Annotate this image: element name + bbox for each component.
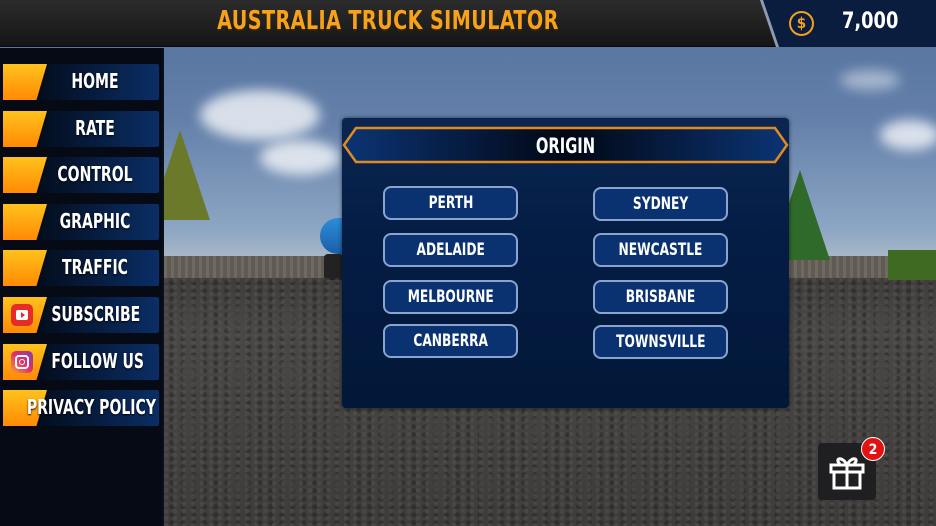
- city-button-adelaide[interactable]: ADELAIDE: [383, 233, 518, 267]
- game-title: AUSTRALIA TRUCK SIMULATOR: [217, 6, 559, 36]
- gift-icon: [829, 457, 865, 490]
- city-label: TOWNSVILLE: [615, 332, 706, 352]
- city-button-townsville[interactable]: TOWNSVILLE: [593, 325, 728, 359]
- city-label: ADELAIDE: [416, 240, 485, 260]
- sidebar-item-label: CONTROL: [57, 162, 133, 186]
- city-label: MELBOURNE: [407, 287, 494, 307]
- orange-tab: [3, 64, 47, 100]
- sidebar-item-label: FOLLOW US: [51, 349, 144, 373]
- orange-tab: [3, 111, 47, 147]
- origin-dialog: ORIGIN PERTH ADELAIDE MELBOURNE CANBERRA…: [342, 118, 789, 408]
- cloud: [260, 140, 340, 175]
- sidebar-item-label: TRAFFIC: [62, 255, 128, 279]
- sidebar-item-home[interactable]: HOME: [3, 64, 159, 100]
- orange-tab: [3, 157, 47, 193]
- cloud: [840, 70, 900, 90]
- dialog-header: ORIGIN: [342, 126, 789, 164]
- hedge: [888, 250, 936, 280]
- dollar-coin-icon: $: [789, 11, 814, 36]
- sidebar-item-label: GRAPHIC: [59, 209, 131, 233]
- city-button-melbourne[interactable]: MELBOURNE: [383, 280, 518, 314]
- city-label: PERTH: [428, 193, 473, 213]
- sidebar-item-rate[interactable]: RATE: [3, 111, 159, 147]
- dialog-title: ORIGIN: [535, 134, 596, 158]
- orange-tab: [3, 204, 47, 240]
- cloud: [880, 120, 936, 150]
- sidebar-item-subscribe[interactable]: SUBSCRIBE: [3, 297, 159, 333]
- sidebar-item-privacy-policy[interactable]: PRIVACY POLICY: [3, 390, 159, 426]
- city-button-newcastle[interactable]: NEWCASTLE: [593, 233, 728, 267]
- sidebar-item-label: HOME: [71, 69, 119, 93]
- sidebar-menu: HOME RATE CONTROL GRAPHIC TRAFFIC SUBSCR…: [0, 48, 164, 526]
- cloud: [200, 90, 320, 140]
- truck-wheels: [324, 254, 344, 280]
- orange-tab: [3, 250, 47, 286]
- top-bar: AUSTRALIA TRUCK SIMULATOR $ 7,000: [0, 0, 936, 47]
- sidebar-item-label: PRIVACY POLICY: [26, 395, 156, 419]
- city-label: CANBERRA: [413, 331, 488, 351]
- sidebar-item-traffic[interactable]: TRAFFIC: [3, 250, 159, 286]
- city-button-canberra[interactable]: CANBERRA: [383, 324, 518, 358]
- youtube-icon: [11, 304, 33, 326]
- coin-balance: 7,000: [842, 9, 899, 34]
- sidebar-item-label: SUBSCRIBE: [51, 302, 141, 326]
- city-button-perth[interactable]: PERTH: [383, 186, 518, 220]
- gift-notification-badge: 2: [861, 437, 885, 461]
- sidebar-item-follow-us[interactable]: FOLLOW US: [3, 344, 159, 380]
- city-label: BRISBANE: [625, 287, 696, 307]
- sidebar-item-label: RATE: [75, 116, 115, 140]
- sidebar-item-graphic[interactable]: GRAPHIC: [3, 204, 159, 240]
- city-label: NEWCASTLE: [618, 240, 703, 260]
- instagram-icon: [11, 351, 33, 373]
- city-label: SYDNEY: [632, 194, 689, 214]
- coin-balance-panel: $ 7,000: [760, 0, 936, 47]
- city-button-sydney[interactable]: SYDNEY: [593, 187, 728, 221]
- sidebar-item-control[interactable]: CONTROL: [3, 157, 159, 193]
- city-button-brisbane[interactable]: BRISBANE: [593, 280, 728, 314]
